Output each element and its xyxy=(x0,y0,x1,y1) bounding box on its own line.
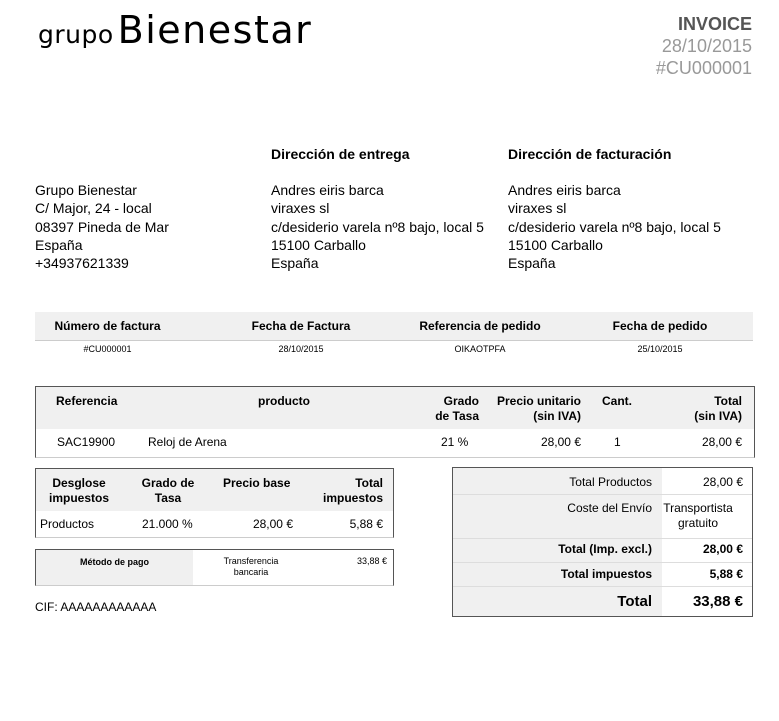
tax-header-base: Precio base xyxy=(223,476,291,490)
items-header-total-line: Total xyxy=(714,394,742,408)
total-products-label: Total Productos xyxy=(569,475,652,489)
address-line: viraxes sl xyxy=(271,200,330,217)
total-products-value: 28,00 € xyxy=(702,475,743,489)
cif-text: CIF: AAAAAAAAAAAA xyxy=(35,600,157,614)
invoice-header: INVOICE 28/10/2015 #CU000001 xyxy=(656,13,752,79)
info-value-invoice-date: 28/10/2015 xyxy=(278,344,324,354)
shipping-value-line: gratuito xyxy=(677,516,719,530)
tax-header-line: Desglose xyxy=(52,476,106,490)
item-rate: 21 % xyxy=(441,435,469,449)
info-header-invoice-number: Número de factura xyxy=(54,319,161,333)
tax-header-line: Grado de xyxy=(141,476,195,490)
items-table-header xyxy=(36,387,754,429)
payment-method-box: Método de pago Transferencia bancaria 33… xyxy=(35,549,394,586)
address-line: España xyxy=(508,255,556,272)
tax-header-line: impuestos xyxy=(48,491,109,505)
items-header-rate-line: de Tasa xyxy=(435,409,479,423)
payment-method-value: Transferencia bancaria xyxy=(206,556,296,578)
total-taxes-value: 5,88 € xyxy=(709,567,743,581)
items-header-qty: Cant. xyxy=(602,394,632,408)
totals-separator xyxy=(453,494,752,495)
total-excl-label: Total (Imp. excl.) xyxy=(558,542,652,556)
info-header-order-ref: Referencia de pedido xyxy=(419,319,541,333)
delivery-heading: Dirección de entrega xyxy=(271,146,410,162)
address-line: c/desiderio varela nº8 bajo, local 5 xyxy=(271,218,484,235)
delivery-address: Andres eiris barca viraxes sl c/desideri… xyxy=(271,181,484,272)
tax-breakdown-table: Desglose impuestos Grado de Tasa Precio … xyxy=(35,468,394,538)
info-value-invoice-number: #CU000001 xyxy=(83,344,132,354)
shipping-value: Transportista gratuito xyxy=(653,501,743,531)
item-product: Reloj de Arena xyxy=(148,435,227,449)
info-value-order-ref: OIKAOTPFA xyxy=(454,344,506,354)
items-header-total-line: (sin IVA) xyxy=(694,409,742,423)
totals-separator xyxy=(453,586,752,587)
tax-header-line: impuestos xyxy=(322,491,383,505)
items-header-ref: Referencia xyxy=(56,394,118,408)
billing-address: Andres eiris barca viraxes sl c/desideri… xyxy=(508,181,721,272)
grand-total-label: Total xyxy=(617,593,652,610)
items-header-product: producto xyxy=(258,394,310,408)
payment-method-label: Método de pago xyxy=(36,550,193,585)
logo-small-text: grupo xyxy=(38,20,114,49)
tax-row-total: 5,88 € xyxy=(349,517,383,531)
tax-row-label: Productos xyxy=(40,517,95,531)
address-line: viraxes sl xyxy=(508,200,567,217)
total-excl-value: 28,00 € xyxy=(702,542,743,556)
invoice-number: #CU000001 xyxy=(655,58,752,78)
address-line: c/desiderio varela nº8 bajo, local 5 xyxy=(508,218,721,235)
items-header-rate: Grado de Tasa xyxy=(416,394,479,424)
tax-row-base: 28,00 € xyxy=(252,517,293,531)
invoice-title: INVOICE xyxy=(677,14,752,34)
invoice-date: 28/10/2015 xyxy=(661,36,752,56)
info-header-invoice-date: Fecha de Factura xyxy=(251,319,351,333)
sender-address: Grupo Bienestar C/ Major, 24 - local 083… xyxy=(35,181,169,272)
items-header-unit-line: Precio unitario xyxy=(496,394,581,408)
totals-separator xyxy=(453,562,752,563)
address-line: +34937621339 xyxy=(35,255,129,272)
info-value-order-date: 25/10/2015 xyxy=(637,344,683,354)
shipping-value-line: Transportista xyxy=(663,501,733,515)
tax-header-line: Tasa xyxy=(154,491,182,505)
billing-heading: Dirección de facturación xyxy=(508,146,672,162)
payment-method-line: bancaria xyxy=(233,567,269,577)
shipping-label: Coste del Envío xyxy=(567,501,652,515)
items-header-unit-price: Precio unitario (sin IVA) xyxy=(476,394,581,424)
info-header-order-date: Fecha de pedido xyxy=(612,319,708,333)
tax-header-total: Total impuestos xyxy=(306,476,383,506)
item-total: 28,00 € xyxy=(701,435,742,449)
payment-amount: 33,88 € xyxy=(356,556,387,566)
totals-box: Total Productos 28,00 € Coste del Envío … xyxy=(452,467,753,617)
address-line: Andres eiris barca xyxy=(508,182,621,198)
invoice-info-header: Número de factura Fecha de Factura Refer… xyxy=(35,312,753,341)
address-line: 15100 Carballo xyxy=(508,236,603,253)
address-line: España xyxy=(35,236,83,253)
tax-header-breakdown: Desglose impuestos xyxy=(44,476,114,506)
items-header-unit-line: (sin IVA) xyxy=(533,409,581,423)
address-line: Andres eiris barca xyxy=(271,182,384,198)
items-header-rate-line: Grado xyxy=(443,394,479,408)
item-ref: SAC19900 xyxy=(57,435,116,449)
address-line: C/ Major, 24 - local xyxy=(35,200,152,217)
total-taxes-label: Total impuestos xyxy=(560,567,652,581)
address-line: España xyxy=(271,255,319,272)
company-logo: grupo Bienestar xyxy=(38,8,312,52)
tax-header-rate: Grado de Tasa xyxy=(133,476,203,506)
address-line: 15100 Carballo xyxy=(271,236,366,253)
item-qty: 1 xyxy=(614,435,621,449)
address-line: 08397 Pineda de Mar xyxy=(35,218,169,235)
totals-separator xyxy=(453,538,752,539)
address-line: Grupo Bienestar xyxy=(35,182,137,198)
payment-method-line: Transferencia xyxy=(223,556,279,566)
item-unit-price: 28,00 € xyxy=(540,435,581,449)
tax-row-rate: 21.000 % xyxy=(142,517,193,531)
tax-header-line: Total xyxy=(355,476,383,490)
items-header-total: Total (sin IVA) xyxy=(656,394,742,424)
logo-large-text: Bienestar xyxy=(117,8,313,52)
items-table: Referencia producto Grado de Tasa Precio… xyxy=(35,386,755,458)
grand-total-value: 33,88 € xyxy=(692,593,743,610)
